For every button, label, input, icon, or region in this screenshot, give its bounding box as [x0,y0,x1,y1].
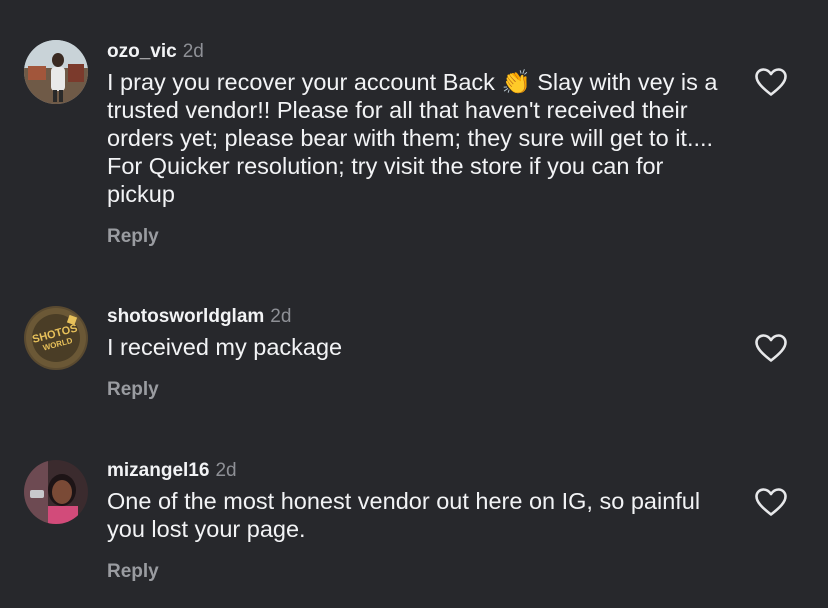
username[interactable]: mizangel16 [107,460,209,481]
comment-body: ozo_vic 2d I pray you recover your accoun… [107,40,727,208]
profile-photo-icon [24,460,88,524]
timestamp: 2d [215,460,237,481]
profile-photo-icon [24,40,88,104]
reply-button[interactable]: Reply [107,225,159,249]
timestamp: 2d [182,41,204,62]
avatar[interactable]: SHOTOS WORLD [24,306,88,370]
reply-button[interactable]: Reply [107,378,159,402]
comment-text: I received my package [107,334,343,360]
username[interactable]: ozo_vic [107,41,177,62]
comment-text: One of the most honest vendor out here o… [107,488,701,542]
like-button[interactable] [754,333,788,363]
comments-list: ozo_vic 2d I pray you recover your accoun… [0,0,828,608]
comment-text: I pray you recover your account Back 👏 S… [107,69,718,207]
comment-meta: shotosworldglam 2d [107,305,727,329]
avatar[interactable] [24,460,88,524]
like-button[interactable] [754,67,788,97]
timestamp: 2d [270,306,292,327]
reply-button[interactable]: Reply [107,560,159,584]
like-button[interactable] [754,487,788,517]
comment-meta: mizangel16 2d [107,459,727,483]
heart-icon [755,334,787,362]
comment-body: shotosworldglam 2d I received my package [107,305,727,361]
brand-logo-icon: SHOTOS WORLD [24,306,88,370]
heart-icon [755,68,787,96]
heart-icon [755,488,787,516]
comment-body: mizangel16 2d One of the most honest vend… [107,459,727,543]
avatar[interactable] [24,40,88,104]
username[interactable]: shotosworldglam [107,306,264,327]
comment-meta: ozo_vic 2d [107,40,727,64]
